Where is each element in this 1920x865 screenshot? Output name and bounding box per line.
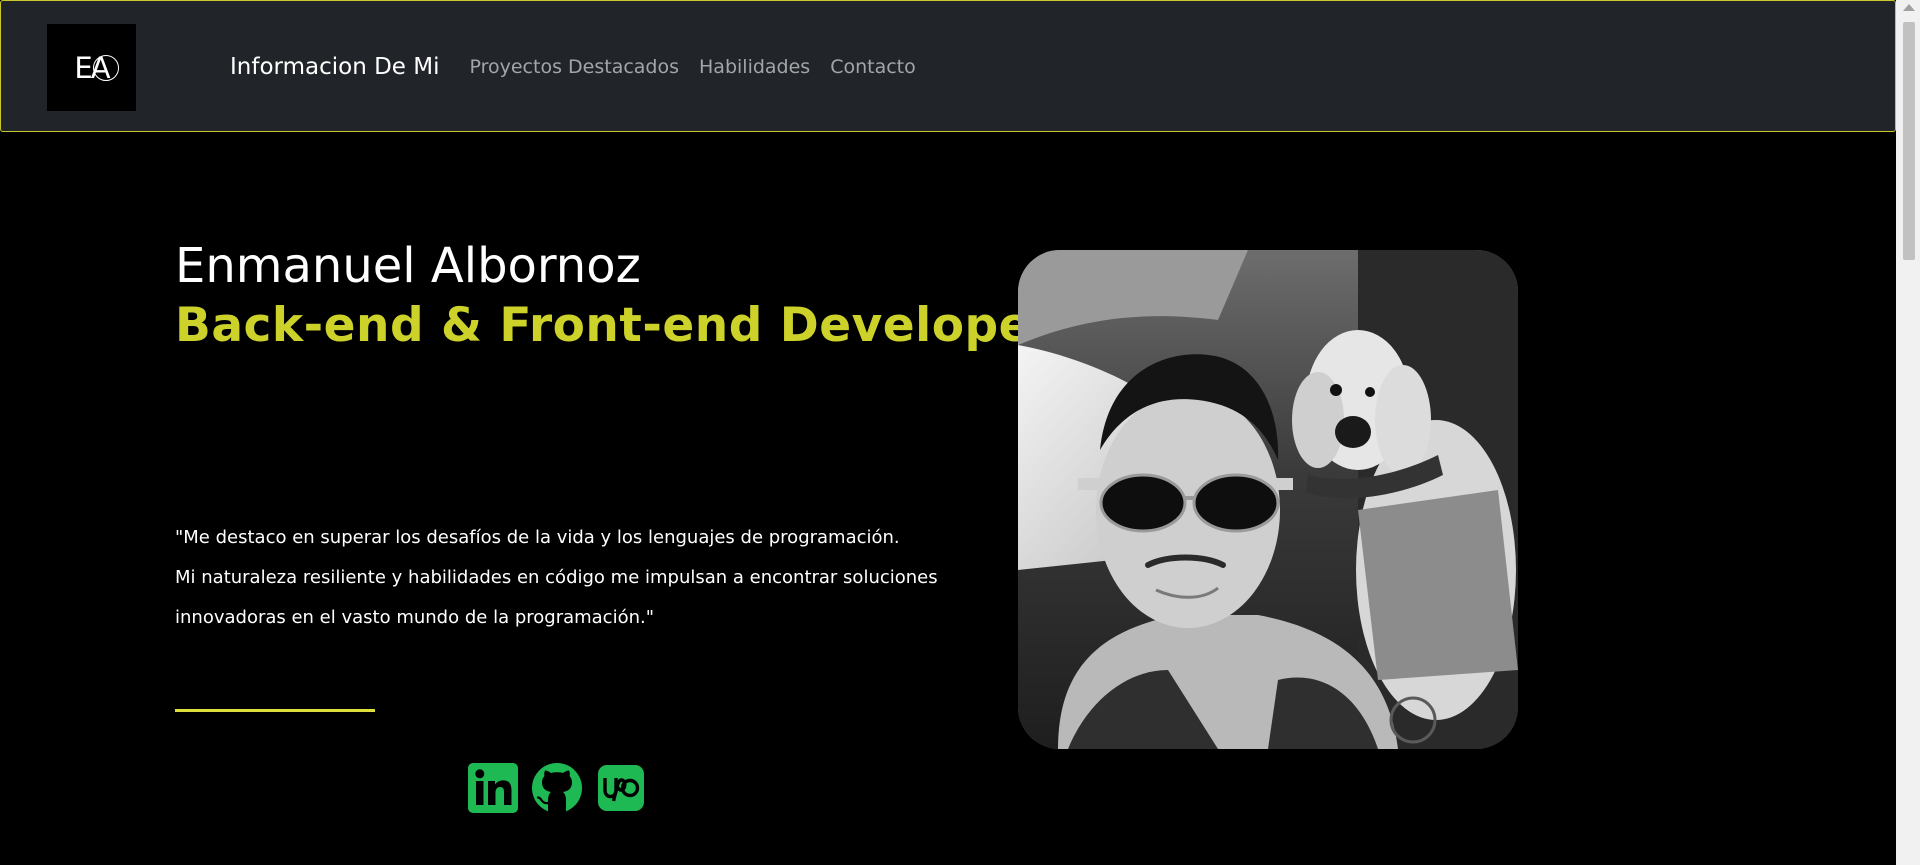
nav-item-habilidades[interactable]: Habilidades [699,56,810,78]
quote-line: Mi naturaleza resiliente y habilidades e… [175,567,938,588]
nav-item-proyectos[interactable]: Proyectos Destacados [469,56,679,78]
github-icon[interactable] [531,762,583,814]
upwork-icon[interactable] [595,762,647,814]
profile-photo-illustration [1018,250,1518,749]
hero-role: Back-end & Front-end Developer [175,298,1055,353]
social-links [467,762,647,814]
nav-item-contacto[interactable]: Contacto [830,56,916,78]
navbar: EA Informacion De Mi Proyectos Destacado… [0,0,1896,132]
scroll-up-arrow-icon[interactable] [1903,4,1915,11]
scrollbar-thumb[interactable] [1903,22,1915,260]
linkedin-icon[interactable] [467,762,519,814]
hero-quote: "Me destaco en superar los desafíos de l… [175,518,975,638]
hero-name: Enmanuel Albornoz [175,238,641,294]
quote-line: "Me destaco en superar los desafíos de l… [175,527,900,548]
nav-links: Informacion De Mi Proyectos Destacados H… [230,1,936,133]
accent-divider [175,709,375,712]
profile-photo [1018,250,1518,749]
logo-text: EA [74,50,110,85]
quote-line: innovadoras en el vasto mundo de la prog… [175,607,655,628]
logo[interactable]: EA [47,24,136,111]
nav-item-informacion[interactable]: Informacion De Mi [230,54,439,80]
